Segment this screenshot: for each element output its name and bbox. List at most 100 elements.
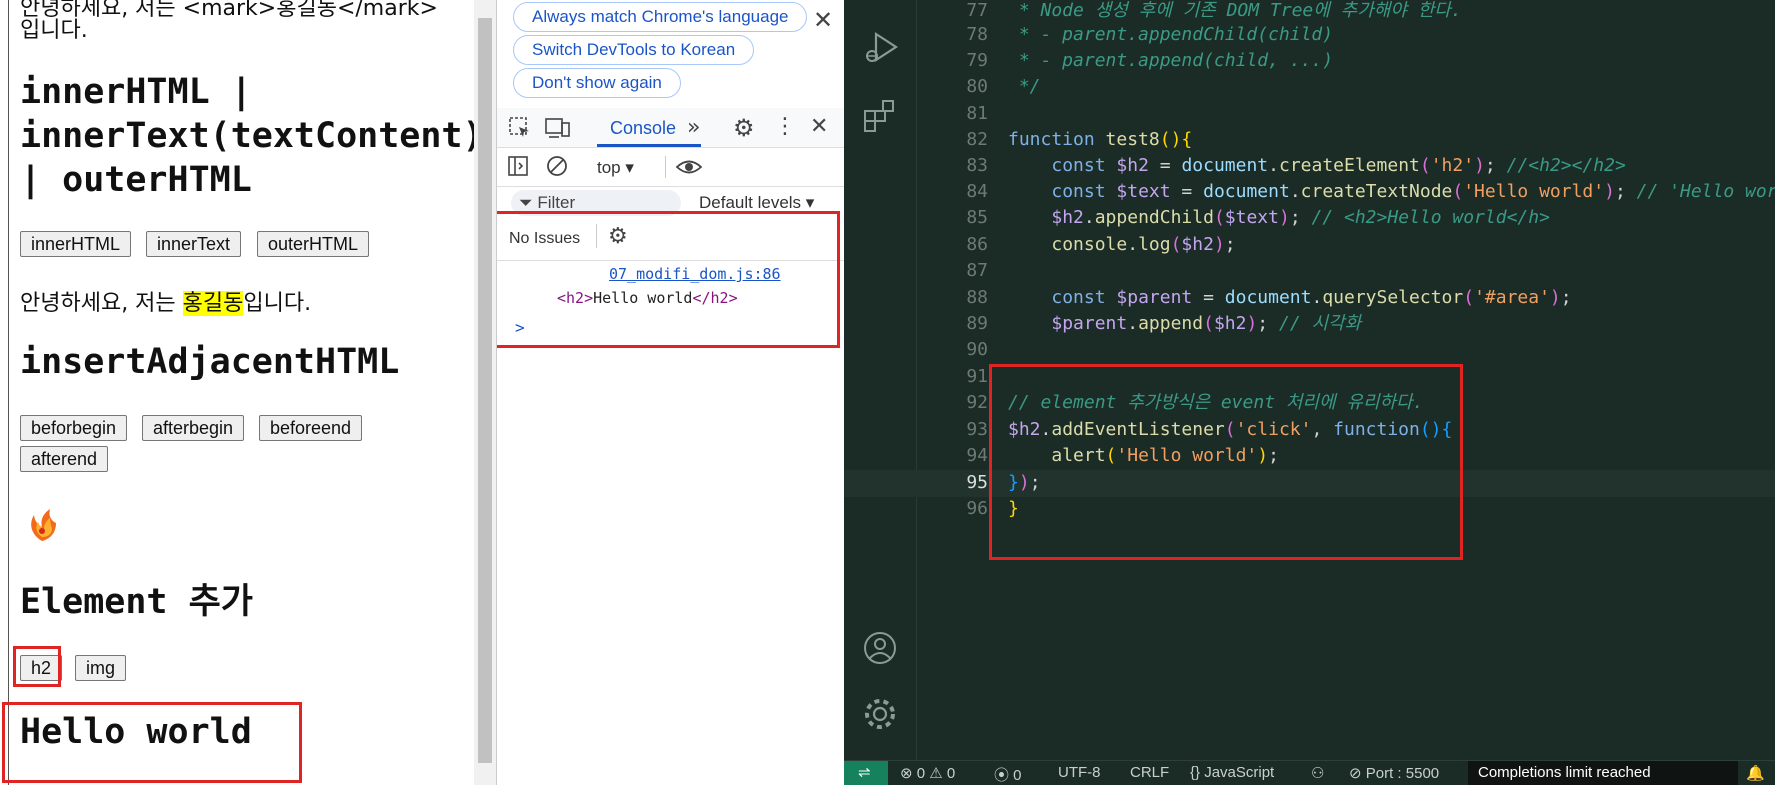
h2-button-highlight-box xyxy=(13,646,61,687)
line-number: 96 xyxy=(966,498,988,519)
log-levels-dropdown[interactable]: Default levels ▾ xyxy=(699,193,814,213)
live-expression-eye-icon[interactable] xyxy=(675,156,703,182)
line-number: 92 xyxy=(966,392,988,413)
error-count: 0 xyxy=(916,765,926,782)
device-toolbar-icon[interactable] xyxy=(545,116,571,144)
dont-show-again-button[interactable]: Don't show again xyxy=(513,68,681,98)
console-highlight-box xyxy=(497,211,840,348)
line-number: 89 xyxy=(966,313,988,334)
copilot-icon[interactable]: ⚇ xyxy=(1311,764,1324,782)
line-number: 93 xyxy=(966,419,988,440)
code-line-90[interactable]: 90 xyxy=(844,337,1775,364)
page-scrollbar[interactable] xyxy=(474,0,496,785)
warning-count: 0 xyxy=(946,765,956,782)
manage-gear-icon[interactable] xyxy=(862,696,898,736)
code-line-84[interactable]: 84 const $text = document.createTextNode… xyxy=(844,179,1775,206)
vscode-editor: 77 * Node 생성 후에 기존 DOM Tree에 추가해야 한다. 78… xyxy=(844,0,1775,785)
filter-placeholder: Filter xyxy=(537,193,576,212)
line-number: 86 xyxy=(966,234,988,255)
encoding-indicator[interactable]: UTF-8 xyxy=(1058,764,1101,781)
code-line-81[interactable]: 81 xyxy=(844,101,1775,128)
code-line-85[interactable]: 85 $h2.appendChild($text); // <h2>Hello … xyxy=(844,205,1775,232)
completions-label: Completions limit reached xyxy=(1478,764,1651,781)
beforeend-button[interactable]: beforeend xyxy=(259,415,363,441)
close-devtools-icon[interactable]: ✕ xyxy=(810,114,828,139)
port-label: Port : 5500 xyxy=(1365,765,1440,782)
eol-indicator[interactable]: CRLF xyxy=(1130,764,1169,781)
innerhtml-button[interactable]: innerHTML xyxy=(20,231,132,257)
remote-indicator-icon[interactable]: ⇌ xyxy=(844,761,888,785)
ports-indicator[interactable]: ⦿ 0 xyxy=(994,764,1022,785)
outerhtml-button[interactable]: outerHTML xyxy=(257,231,370,257)
heading-insert-adjacent: insertAdjacentHTML xyxy=(20,342,400,382)
greeting-prefix: 안녕하세요, 저는 xyxy=(20,291,183,316)
greeting-name-highlight: 홍길동 xyxy=(182,291,244,316)
code-line-83[interactable]: 83 const $h2 = document.createElement('h… xyxy=(844,153,1775,180)
log-levels-label: Default levels xyxy=(699,193,802,212)
line-number: 94 xyxy=(966,445,988,466)
innertext-button[interactable]: innerText xyxy=(146,231,242,257)
img-add-button[interactable]: img xyxy=(75,655,127,681)
heading-inner-line3: | outerHTML xyxy=(20,160,252,200)
heading-inner-line1: innerHTML | xyxy=(20,72,252,112)
line-number: 78 xyxy=(966,24,988,45)
problems-indicator[interactable]: ⊗ 0 ⚠ 0 xyxy=(900,764,955,782)
line-number: 85 xyxy=(966,207,988,228)
afterbegin-button[interactable]: afterbegin xyxy=(142,415,245,441)
page-scrollbar-thumb[interactable] xyxy=(478,18,492,763)
line-number-current: 95 xyxy=(966,472,988,493)
language-mode[interactable]: {} JavaScript xyxy=(1190,764,1274,781)
switch-devtools-korean-button[interactable]: Switch DevTools to Korean xyxy=(513,35,755,65)
code-line-79[interactable]: 79 * - parent.append(child, ...) xyxy=(844,48,1775,75)
tab-console[interactable]: Console xyxy=(610,118,676,139)
more-tabs-icon[interactable]: » xyxy=(687,115,700,140)
code-line-89[interactable]: 89 $parent.append($h2); // 시각화 xyxy=(844,311,1775,338)
line-number: 87 xyxy=(966,260,988,281)
line-number: 82 xyxy=(966,129,988,150)
notifications-bell-icon[interactable]: 🔔 xyxy=(1746,764,1765,782)
afterend-button[interactable]: afterend xyxy=(20,446,109,472)
code-line-80[interactable]: 80 */ xyxy=(844,74,1775,101)
line-number: 81 xyxy=(966,103,988,124)
line-number: 84 xyxy=(966,181,988,202)
code-line-87[interactable]: 87 xyxy=(844,258,1775,285)
line-number: 77 xyxy=(966,0,988,21)
line-number: 83 xyxy=(966,155,988,176)
line-number: 88 xyxy=(966,287,988,308)
ports-count: 0 xyxy=(1013,767,1022,784)
inspect-element-icon[interactable] xyxy=(508,116,532,144)
always-match-language-button[interactable]: Always match Chrome's language xyxy=(513,2,808,32)
clear-console-icon[interactable] xyxy=(545,154,569,182)
line-number: 79 xyxy=(966,50,988,71)
sidebar-toggle-icon[interactable] xyxy=(507,154,531,182)
live-server-port[interactable]: ⊘ Port : 5500 xyxy=(1349,764,1439,782)
hello-world-highlight-box xyxy=(2,702,302,783)
heading-inner-line2: innerText(textContent) xyxy=(20,116,474,156)
more-options-icon[interactable]: ⋮ xyxy=(774,114,796,139)
code-line-86[interactable]: 86 console.log($h2); xyxy=(844,232,1775,259)
event-code-highlight-box xyxy=(989,364,1463,560)
code-line-77[interactable]: 77 * Node 생성 후에 기존 DOM Tree에 추가해야 한다. xyxy=(844,0,1775,25)
greeting-suffix: 입니다. xyxy=(243,291,312,316)
web-page-viewport: 안녕하세요, 저는 <mark>홍길동</mark> 입니다. innerHTM… xyxy=(0,0,474,785)
code-line-88[interactable]: 88 const $parent = document.querySelecto… xyxy=(844,285,1775,312)
heading-element-add: Element 추가 xyxy=(20,582,253,622)
beforebegin-button[interactable]: beforbegin xyxy=(20,415,128,441)
accounts-icon[interactable] xyxy=(862,630,898,670)
context-select[interactable]: top ▾ xyxy=(597,158,634,178)
line-number: 80 xyxy=(966,76,988,97)
code-line-78[interactable]: 78 * - parent.appendChild(child) xyxy=(844,22,1775,49)
line-number: 90 xyxy=(966,339,988,360)
close-banner-icon[interactable]: ✕ xyxy=(813,6,833,34)
completions-warning[interactable]: Completions limit reached xyxy=(1468,761,1738,785)
settings-gear-icon[interactable]: ⚙ xyxy=(733,114,755,142)
language-label: JavaScript xyxy=(1204,764,1275,781)
context-value: top xyxy=(597,158,621,177)
code-line-82[interactable]: 82 function test8(){ xyxy=(844,127,1775,154)
status-bar: ⇌ ⊗ 0 ⚠ 0 ⦿ 0 UTF-8 CRLF {} JavaScript ⚇… xyxy=(844,760,1775,785)
filter-label: ⏷ Filter xyxy=(519,193,576,212)
tab-console-underline xyxy=(597,144,701,147)
intro-text-line2: 입니다. xyxy=(20,18,88,43)
phoenix-logo-icon xyxy=(22,505,62,545)
devtools-panel: Always match Chrome's language Switch De… xyxy=(496,0,845,785)
